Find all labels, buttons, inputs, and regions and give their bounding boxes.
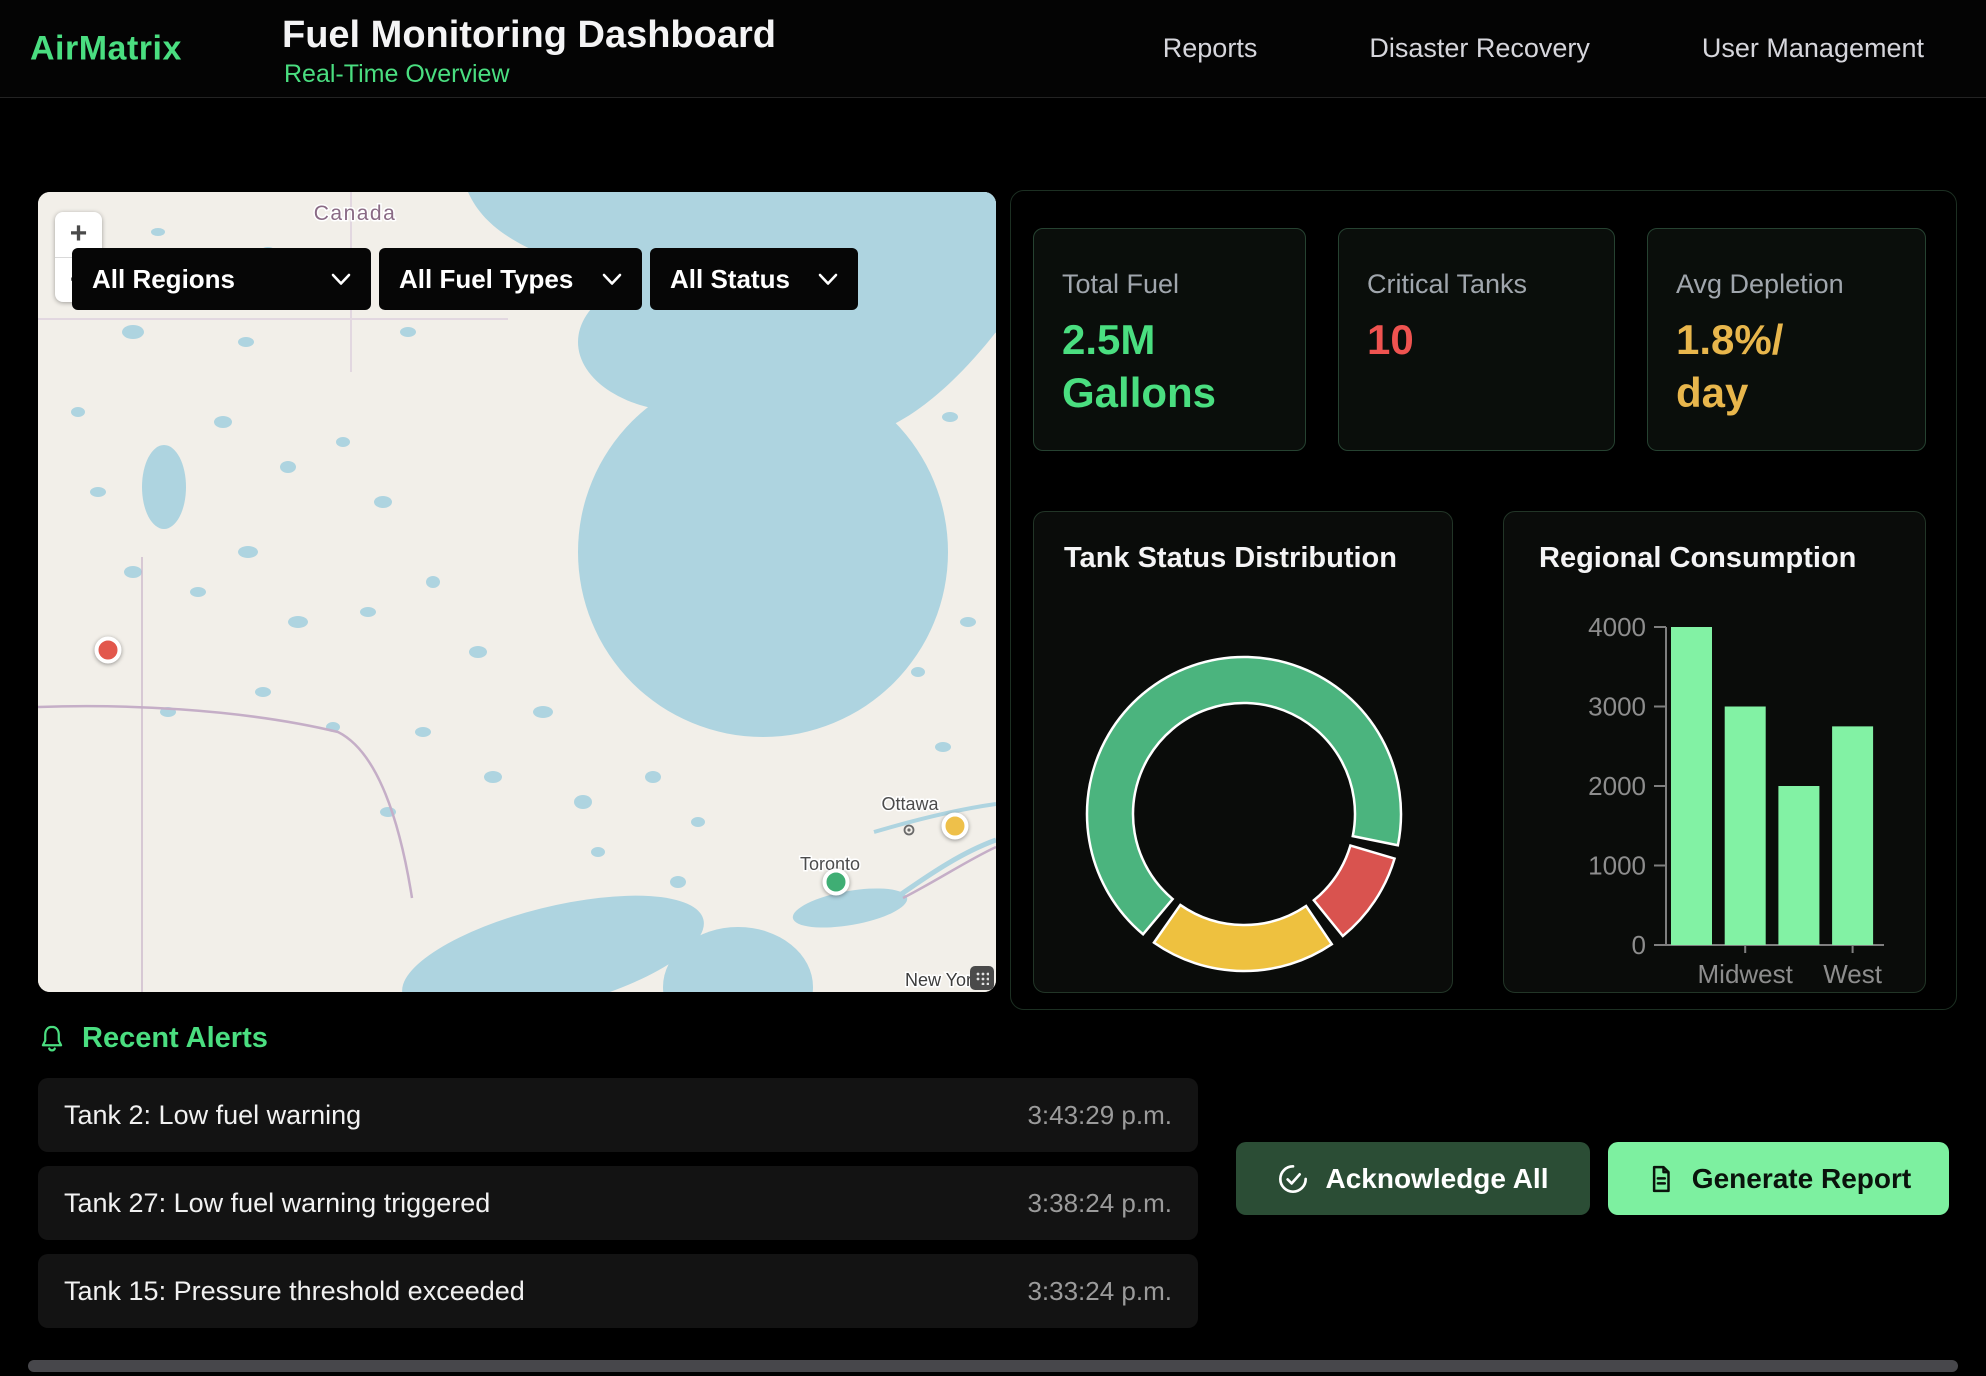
tank-status-donut-chart <box>1034 592 1454 992</box>
app-logo: AirMatrix <box>30 29 182 68</box>
regional-consumption-chart-panel: Regional Consumption 0 1000 2000 3000 4000 Mi… <box>1503 511 1926 993</box>
alert-row[interactable]: Tank 15: Pressure threshold exceeded 3:3… <box>38 1254 1198 1328</box>
svg-text:0: 0 <box>1632 930 1646 960</box>
nav-disaster-recovery[interactable]: Disaster Recovery <box>1369 33 1590 64</box>
alert-text: Tank 2: Low fuel warning <box>64 1100 361 1131</box>
generate-report-button[interactable]: Generate Report <box>1608 1142 1949 1215</box>
svg-text:West: West <box>1823 959 1883 989</box>
stat-label: Total Fuel <box>1062 269 1277 300</box>
region-filter-value: All Regions <box>92 264 235 295</box>
tank-status-chart-panel: Tank Status Distribution <box>1033 511 1453 993</box>
donut-segment-critical <box>1314 846 1395 936</box>
page-title: Fuel Monitoring Dashboard <box>282 14 776 57</box>
chevron-down-icon <box>331 273 351 286</box>
acknowledge-all-button[interactable]: Acknowledge All <box>1236 1142 1590 1215</box>
map-marker-layer <box>38 192 996 992</box>
fuel-type-filter-dropdown[interactable]: All Fuel Types <box>379 248 642 310</box>
chart-title: Regional Consumption <box>1539 542 1856 575</box>
alerts-header: Recent Alerts <box>38 1022 268 1055</box>
svg-text:2000: 2000 <box>1588 771 1646 801</box>
stat-label: Critical Tanks <box>1367 269 1586 300</box>
regional-consumption-bar-chart: 0 1000 2000 3000 4000 Midwest West <box>1504 582 1927 994</box>
stat-card-critical-tanks: Critical Tanks 10 <box>1338 228 1615 451</box>
grip-dots-icon <box>975 971 989 985</box>
svg-text:4000: 4000 <box>1588 612 1646 642</box>
alert-text: Tank 15: Pressure threshold exceeded <box>64 1276 525 1307</box>
region-filter-dropdown[interactable]: All Regions <box>72 248 371 310</box>
bar-1 <box>1671 627 1712 945</box>
fuel-map[interactable]: Canada Ottawa Toronto New York + − All R… <box>38 192 996 992</box>
alert-timestamp: 3:38:24 p.m. <box>1027 1188 1172 1219</box>
alerts-title: Recent Alerts <box>82 1022 268 1055</box>
bar-4 <box>1832 726 1873 945</box>
alert-text: Tank 27: Low fuel warning triggered <box>64 1188 490 1219</box>
main-nav: Reports Disaster Recovery User Managemen… <box>1163 0 1924 97</box>
overview-panel: Total Fuel 2.5M Gallons Critical Tanks 1… <box>1010 190 1957 1010</box>
map-filter-bar: All Regions All Fuel Types All Status <box>72 248 858 310</box>
stat-card-avg-depletion: Avg Depletion 1.8%/ day <box>1647 228 1926 451</box>
generate-report-label: Generate Report <box>1692 1163 1911 1195</box>
nav-reports[interactable]: Reports <box>1163 33 1258 64</box>
map-resize-handle[interactable] <box>970 966 994 990</box>
status-filter-dropdown[interactable]: All Status <box>650 248 858 310</box>
svg-text:1000: 1000 <box>1588 851 1646 881</box>
acknowledge-all-label: Acknowledge All <box>1325 1163 1548 1195</box>
svg-text:Midwest: Midwest <box>1698 959 1794 989</box>
alert-row[interactable]: Tank 27: Low fuel warning triggered 3:38… <box>38 1166 1198 1240</box>
nav-user-management[interactable]: User Management <box>1702 33 1924 64</box>
top-bar: AirMatrix Fuel Monitoring Dashboard Real… <box>0 0 1986 98</box>
chevron-down-icon <box>818 273 838 286</box>
stat-value-avg-depletion: 1.8%/ day <box>1676 314 1897 420</box>
page-subtitle: Real-Time Overview <box>284 60 510 89</box>
status-filter-value: All Status <box>670 264 790 295</box>
tank-marker-normal[interactable] <box>823 869 850 896</box>
bell-icon <box>38 1023 66 1054</box>
donut-segment-warning <box>1154 905 1332 971</box>
horizontal-scrollbar[interactable] <box>28 1360 1958 1372</box>
document-icon <box>1646 1164 1676 1194</box>
alert-timestamp: 3:43:29 p.m. <box>1027 1100 1172 1131</box>
svg-text:3000: 3000 <box>1588 692 1646 722</box>
check-circle-icon <box>1277 1163 1309 1195</box>
alert-timestamp: 3:33:24 p.m. <box>1027 1276 1172 1307</box>
bar-3 <box>1778 786 1819 945</box>
alert-row[interactable]: Tank 2: Low fuel warning 3:43:29 p.m. <box>38 1078 1198 1152</box>
stat-card-total-fuel: Total Fuel 2.5M Gallons <box>1033 228 1306 451</box>
chart-title: Tank Status Distribution <box>1064 542 1397 575</box>
stat-label: Avg Depletion <box>1676 269 1897 300</box>
stat-value-critical-tanks: 10 <box>1367 314 1586 367</box>
tank-marker-critical[interactable] <box>95 637 122 664</box>
chevron-down-icon <box>602 273 622 286</box>
tank-marker-warning[interactable] <box>942 813 969 840</box>
fuel-type-filter-value: All Fuel Types <box>399 264 573 295</box>
stat-value-total-fuel: 2.5M Gallons <box>1062 314 1277 420</box>
bar-2 <box>1725 707 1766 946</box>
